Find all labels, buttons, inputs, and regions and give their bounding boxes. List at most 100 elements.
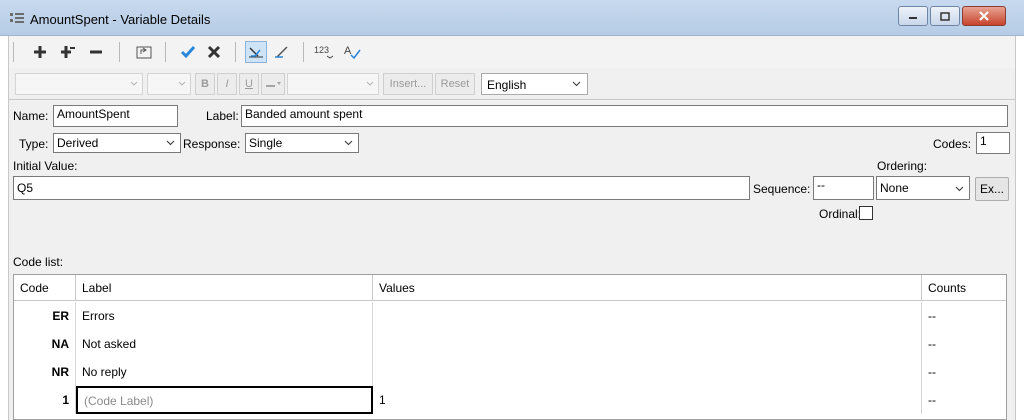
ordering-label: Ordering: bbox=[877, 159, 928, 173]
promote-code-button[interactable] bbox=[133, 41, 155, 63]
accept-button[interactable] bbox=[177, 41, 199, 63]
code-cell[interactable]: 1 bbox=[14, 386, 76, 414]
svg-text:123: 123 bbox=[314, 45, 329, 55]
code-cell[interactable]: NR bbox=[14, 358, 76, 386]
sequence-field[interactable]: -- bbox=[813, 176, 874, 200]
expression-button[interactable]: Ex... bbox=[975, 177, 1009, 201]
window-title: AmountSpent - Variable Details bbox=[30, 12, 211, 27]
response-select[interactable]: Single bbox=[245, 133, 359, 153]
counts-cell: -- bbox=[928, 309, 936, 323]
add-subcode-button[interactable] bbox=[57, 41, 79, 63]
close-icon bbox=[979, 11, 989, 21]
font-size-select[interactable] bbox=[147, 73, 191, 95]
ordinal-checkbox[interactable] bbox=[859, 206, 873, 220]
code-list-title: Code list: bbox=[13, 255, 64, 269]
codes-label: Codes: bbox=[933, 137, 972, 151]
spell-check-button[interactable]: A bbox=[341, 41, 363, 63]
label-label: Label: bbox=[206, 109, 239, 123]
variable-details-icon bbox=[10, 12, 24, 24]
column-header-code[interactable]: Code bbox=[14, 275, 76, 301]
spell-check-icon: A bbox=[344, 45, 361, 60]
edit-mode-button[interactable] bbox=[245, 41, 267, 63]
toolbar-separator bbox=[235, 42, 236, 62]
label-cell[interactable]: Not asked bbox=[76, 330, 373, 358]
language-select[interactable]: English bbox=[481, 73, 588, 95]
pen-icon bbox=[275, 46, 288, 58]
title-bar: AmountSpent - Variable Details bbox=[0, 0, 1024, 36]
type-select[interactable]: Derived bbox=[53, 133, 181, 153]
checkmark-icon bbox=[180, 46, 196, 59]
text-color-icon bbox=[266, 82, 281, 87]
edit-label-icon bbox=[249, 47, 263, 58]
counts-cell: -- bbox=[928, 337, 936, 351]
sequence-label: Sequence: bbox=[753, 182, 811, 196]
ordering-select[interactable]: None bbox=[876, 176, 970, 200]
cross-icon bbox=[207, 45, 221, 59]
chevron-down-icon bbox=[955, 186, 964, 192]
values-cell[interactable] bbox=[373, 358, 922, 386]
promote-icon bbox=[136, 46, 152, 59]
name-field[interactable]: AmountSpent bbox=[53, 105, 178, 127]
column-header-values[interactable]: Values bbox=[373, 275, 922, 301]
counts-cell: -- bbox=[928, 393, 936, 407]
code-cell[interactable]: ER bbox=[14, 302, 76, 330]
style-select[interactable] bbox=[287, 73, 379, 95]
add-code-button[interactable] bbox=[29, 41, 51, 63]
toolbar-separator bbox=[13, 42, 14, 62]
chevron-down-icon bbox=[178, 81, 186, 86]
toolbar-separator bbox=[165, 42, 166, 62]
reset-button[interactable]: Reset bbox=[435, 73, 475, 95]
label-cell-editing[interactable]: (Code Label) bbox=[76, 386, 373, 414]
label-cell[interactable]: No reply bbox=[76, 358, 373, 386]
table-row[interactable]: ER Errors -- bbox=[14, 302, 1006, 330]
chevron-down-icon bbox=[366, 81, 374, 86]
italic-button[interactable]: I bbox=[217, 73, 237, 95]
toolbar-separator bbox=[303, 42, 304, 62]
chevron-down-icon bbox=[166, 140, 175, 146]
minimize-button[interactable] bbox=[898, 6, 928, 26]
ordering-value: None bbox=[880, 181, 909, 195]
minimize-icon bbox=[909, 17, 917, 19]
code-cell[interactable]: NA bbox=[14, 330, 76, 358]
initial-value-label: Initial Value: bbox=[13, 159, 78, 173]
language-value: English bbox=[487, 78, 527, 92]
bold-button[interactable]: B bbox=[195, 73, 215, 95]
remove-code-button[interactable] bbox=[85, 41, 107, 63]
column-header-counts[interactable]: Counts bbox=[922, 275, 1008, 301]
values-cell[interactable] bbox=[373, 330, 922, 358]
column-header-label[interactable]: Label bbox=[76, 275, 373, 301]
counts-cell: -- bbox=[928, 365, 936, 379]
grid-header: Code Label Values Counts bbox=[14, 275, 1006, 301]
chevron-down-icon bbox=[572, 81, 581, 87]
text-color-button[interactable] bbox=[261, 73, 285, 95]
underline-button[interactable]: U bbox=[239, 73, 259, 95]
table-row[interactable]: NA Not asked -- bbox=[14, 330, 1006, 358]
table-row[interactable]: NR No reply -- bbox=[14, 358, 1006, 386]
numbering-button[interactable]: 123 bbox=[313, 41, 335, 63]
values-cell[interactable] bbox=[373, 302, 922, 330]
response-value: Single bbox=[249, 136, 283, 150]
insert-button[interactable]: Insert... bbox=[383, 73, 433, 95]
add-subcode-icon bbox=[61, 46, 75, 58]
response-label: Response: bbox=[183, 137, 241, 151]
chevron-down-icon bbox=[130, 81, 138, 86]
cancel-button[interactable] bbox=[203, 41, 225, 63]
maximize-button[interactable] bbox=[930, 6, 960, 26]
code-list-grid: Code Label Values Counts ER Errors -- NA… bbox=[13, 274, 1007, 420]
label-cell[interactable]: Errors bbox=[76, 302, 373, 330]
name-label: Name: bbox=[13, 109, 49, 123]
close-button[interactable] bbox=[962, 6, 1006, 26]
initial-value-field[interactable]: Q5 bbox=[13, 176, 750, 200]
toolbar-separator bbox=[119, 42, 120, 62]
numbering-icon: 123 bbox=[314, 45, 334, 59]
format-bar: B I U Insert... Reset English bbox=[8, 68, 1016, 100]
spell-edit-button[interactable] bbox=[271, 41, 293, 63]
ordinal-label: Ordinal: bbox=[819, 207, 862, 221]
codes-field[interactable]: 1 bbox=[976, 132, 1010, 154]
maximize-icon bbox=[940, 11, 950, 21]
label-field[interactable]: Banded amount spent bbox=[241, 105, 1008, 127]
type-label: Type: bbox=[19, 137, 49, 151]
table-row[interactable]: 1 (Code Label) 1 -- bbox=[14, 386, 1006, 414]
font-family-select[interactable] bbox=[15, 73, 143, 95]
values-cell[interactable]: 1 bbox=[373, 386, 922, 414]
